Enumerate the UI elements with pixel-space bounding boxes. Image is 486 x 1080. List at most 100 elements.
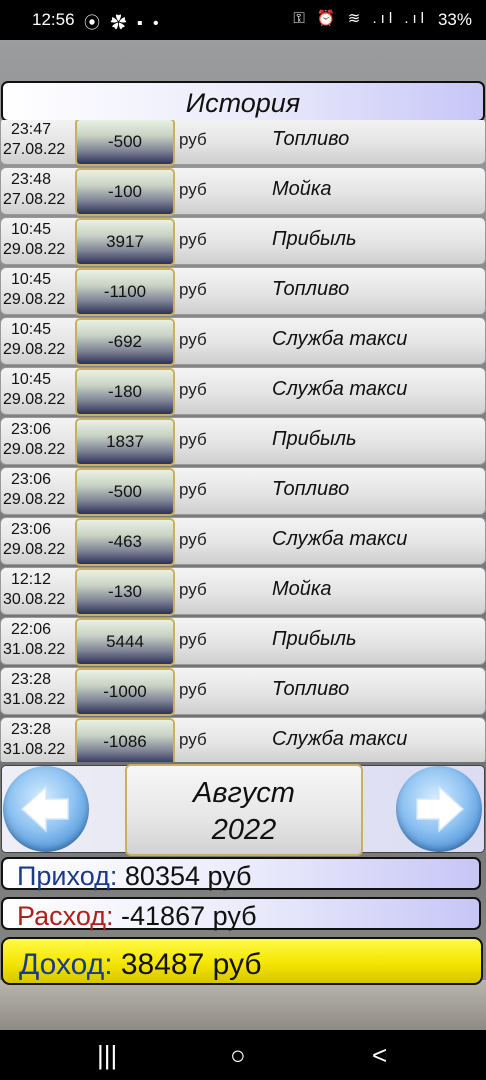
next-month-button[interactable] xyxy=(396,766,482,852)
transaction-datetime: 12:12 30.08.22 xyxy=(3,570,73,610)
transaction-category: Служба такси xyxy=(272,328,408,350)
system-status-icons: ⚿ ⏰ ≋ .ıl .ıl xyxy=(293,10,428,27)
recents-button[interactable]: ||| xyxy=(97,1040,117,1071)
transaction-category: Прибыль xyxy=(272,228,357,250)
transaction-time: 22:06 xyxy=(11,621,52,638)
transaction-date: 29.08.22 xyxy=(3,341,66,358)
transaction-row[interactable]: 10:45 29.08.22 -1100 руб Топливо xyxy=(0,267,486,316)
transaction-datetime: 23:06 29.08.22 xyxy=(3,420,73,460)
transaction-amount: -692 xyxy=(75,318,175,366)
transaction-date: 30.08.22 xyxy=(3,591,66,608)
transaction-time: 23:06 xyxy=(11,471,52,488)
transaction-amount: -100 xyxy=(75,168,175,216)
transaction-datetime: 10:45 29.08.22 xyxy=(3,220,73,260)
notification-icons: ⦿ ✿ ▪ • xyxy=(84,15,162,32)
transaction-amount: -1086 xyxy=(75,718,175,762)
transaction-currency: руб xyxy=(179,680,207,699)
year-label: 2022 xyxy=(211,814,277,846)
income-value: 80354 руб xyxy=(124,861,252,891)
transaction-datetime: 23:06 29.08.22 xyxy=(3,470,73,510)
transaction-row[interactable]: 23:06 29.08.22 -500 руб Топливо xyxy=(0,467,486,516)
transaction-currency: руб xyxy=(179,380,207,399)
transaction-list[interactable]: 23:47 27.08.22 -500 руб Топливо 23:48 27.08.22… xyxy=(0,120,486,762)
transaction-currency: руб xyxy=(179,280,207,299)
transaction-datetime: 10:45 29.08.22 xyxy=(3,270,73,310)
transaction-amount: -463 xyxy=(75,518,175,566)
transaction-row[interactable]: 10:45 29.08.22 3917 руб Прибыль xyxy=(0,217,486,266)
transaction-date: 31.08.22 xyxy=(3,741,66,758)
transaction-currency: руб xyxy=(179,530,207,549)
transaction-row[interactable]: 10:45 29.08.22 -692 руб Служба такси xyxy=(0,317,486,366)
transaction-currency: руб xyxy=(179,130,207,149)
transaction-datetime: 22:06 31.08.22 xyxy=(3,620,73,660)
transaction-date: 27.08.22 xyxy=(3,191,66,208)
month-display[interactable]: Август 2022 xyxy=(125,764,363,856)
transaction-row[interactable]: 22:06 31.08.22 5444 руб Прибыль xyxy=(0,617,486,666)
transaction-date: 29.08.22 xyxy=(3,441,66,458)
transaction-currency: руб xyxy=(179,580,207,599)
page-title: История xyxy=(1,81,485,122)
transaction-currency: руб xyxy=(179,630,207,649)
transaction-time: 23:06 xyxy=(11,421,52,438)
transaction-currency: руб xyxy=(179,180,207,199)
transaction-amount: -1000 xyxy=(75,668,175,716)
transaction-category: Служба такси xyxy=(272,528,408,550)
home-button[interactable]: ○ xyxy=(230,1040,246,1071)
transaction-date: 29.08.22 xyxy=(3,491,66,508)
transaction-row[interactable]: 23:48 27.08.22 -100 руб Мойка xyxy=(0,167,486,216)
month-name: Август xyxy=(193,777,295,809)
transaction-time: 10:45 xyxy=(11,371,52,388)
transaction-amount: 1837 xyxy=(75,418,175,466)
background-photo-bottom xyxy=(0,980,486,1030)
transaction-row[interactable]: 23:47 27.08.22 -500 руб Топливо xyxy=(0,120,486,166)
transaction-category: Мойка xyxy=(272,578,332,600)
transaction-category: Прибыль xyxy=(272,428,357,450)
transaction-row[interactable]: 23:06 29.08.22 -463 руб Служба такси xyxy=(0,517,486,566)
transaction-currency: руб xyxy=(179,730,207,749)
transaction-category: Топливо xyxy=(272,128,350,150)
back-button[interactable]: < xyxy=(372,1040,387,1071)
transaction-date: 27.08.22 xyxy=(3,141,66,158)
transaction-time: 23:28 xyxy=(11,721,52,738)
arrow-left-icon xyxy=(20,785,69,833)
transaction-category: Топливо xyxy=(272,278,350,300)
system-navigation-bar: ||| ○ < xyxy=(0,1030,486,1080)
net-summary: Доход: 38487 руб xyxy=(1,937,483,985)
transaction-category: Служба такси xyxy=(272,378,408,400)
transaction-amount: -500 xyxy=(75,468,175,516)
expense-value: -41867 руб xyxy=(121,901,257,931)
transaction-currency: руб xyxy=(179,480,207,499)
transaction-amount: -1100 xyxy=(75,268,175,316)
transaction-datetime: 23:48 27.08.22 xyxy=(3,170,73,210)
transaction-category: Служба такси xyxy=(272,728,408,750)
transaction-time: 23:28 xyxy=(11,671,52,688)
transaction-amount: -180 xyxy=(75,368,175,416)
status-bar: 12:56 ⦿ ✿ ▪ • ⚿ ⏰ ≋ .ıl .ıl 33% xyxy=(0,0,486,40)
transaction-row[interactable]: 23:06 29.08.22 1837 руб Прибыль xyxy=(0,417,486,466)
transaction-date: 31.08.22 xyxy=(3,641,66,658)
net-value: 38487 руб xyxy=(120,948,262,981)
transaction-category: Прибыль xyxy=(272,628,357,650)
transaction-date: 29.08.22 xyxy=(3,541,66,558)
transaction-row[interactable]: 10:45 29.08.22 -180 руб Служба такси xyxy=(0,367,486,416)
transaction-date: 29.08.22 xyxy=(3,391,66,408)
transaction-currency: руб xyxy=(179,230,207,249)
transaction-currency: руб xyxy=(179,330,207,349)
transaction-datetime: 23:28 31.08.22 xyxy=(3,720,73,760)
transaction-time: 10:45 xyxy=(11,221,52,238)
transaction-row[interactable]: 12:12 30.08.22 -130 руб Мойка xyxy=(0,567,486,616)
transaction-row[interactable]: 23:28 31.08.22 -1086 руб Служба такси xyxy=(0,717,486,762)
transaction-datetime: 23:06 29.08.22 xyxy=(3,520,73,560)
transaction-datetime: 10:45 29.08.22 xyxy=(3,370,73,410)
transaction-amount: -500 xyxy=(75,120,175,166)
transaction-date: 29.08.22 xyxy=(3,291,66,308)
previous-month-button[interactable] xyxy=(3,766,89,852)
transaction-category: Топливо xyxy=(272,478,350,500)
transaction-row[interactable]: 23:28 31.08.22 -1000 руб Топливо xyxy=(0,667,486,716)
transaction-amount: 5444 xyxy=(75,618,175,666)
arrow-right-icon xyxy=(416,785,465,833)
transaction-datetime: 10:45 29.08.22 xyxy=(3,320,73,360)
transaction-date: 31.08.22 xyxy=(3,691,66,708)
transaction-currency: руб xyxy=(179,430,207,449)
income-label: Приход: xyxy=(17,861,118,891)
